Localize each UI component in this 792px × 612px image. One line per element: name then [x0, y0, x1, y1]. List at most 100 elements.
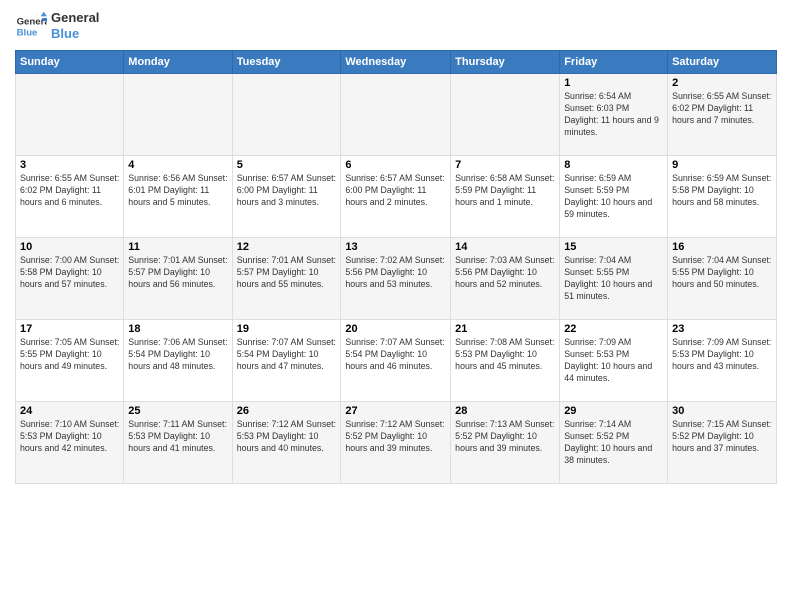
- header: General Blue General Blue: [15, 10, 777, 42]
- calendar-cell: 13 Sunrise: 7:02 AM Sunset: 5:56 PM Dayli…: [341, 238, 451, 320]
- weekday-header-tuesday: Tuesday: [232, 51, 341, 74]
- day-info: Sunrise: 7:09 AM Sunset: 5:53 PM Dayligh…: [564, 337, 663, 385]
- calendar-cell: 16 Sunrise: 7:04 AM Sunset: 5:55 PM Dayli…: [668, 238, 777, 320]
- day-number: 28: [455, 405, 555, 417]
- day-info: Sunrise: 7:14 AM Sunset: 5:52 PM Dayligh…: [564, 419, 663, 467]
- day-number: 22: [564, 323, 663, 335]
- day-number: 13: [345, 241, 446, 253]
- day-number: 9: [672, 159, 772, 171]
- svg-text:Blue: Blue: [17, 28, 38, 39]
- day-info: Sunrise: 6:55 AM Sunset: 6:02 PM Dayligh…: [672, 91, 772, 127]
- calendar-cell: 11 Sunrise: 7:01 AM Sunset: 5:57 PM Dayli…: [124, 238, 232, 320]
- calendar-cell: 19Sunrise: 7:07 AM Sunset: 5:54 PM Dayli…: [232, 320, 341, 402]
- day-number: 21: [455, 323, 555, 335]
- weekday-header-sunday: Sunday: [16, 51, 124, 74]
- day-info: Sunrise: 7:01 AM Sunset: 5:57 PM Dayligh…: [237, 255, 337, 291]
- calendar-cell: 20 Sunrise: 7:07 AM Sunset: 5:54 PM Dayli…: [341, 320, 451, 402]
- day-info: Sunrise: 7:05 AM Sunset: 5:55 PM Dayligh…: [20, 337, 119, 373]
- day-number: 2: [672, 77, 772, 89]
- calendar-cell: 9Sunrise: 6:59 AM Sunset: 5:58 PM Daylig…: [668, 156, 777, 238]
- day-info: Sunrise: 7:07 AM Sunset: 5:54 PM Dayligh…: [345, 337, 446, 373]
- logo-text: General Blue: [51, 10, 99, 41]
- day-info: Sunrise: 7:02 AM Sunset: 5:56 PM Dayligh…: [345, 255, 446, 291]
- calendar-cell: 30 Sunrise: 7:15 AM Sunset: 5:52 PM Dayli…: [668, 402, 777, 484]
- day-info: Sunrise: 7:11 AM Sunset: 5:53 PM Dayligh…: [128, 419, 227, 455]
- calendar-cell: 29 Sunrise: 7:14 AM Sunset: 5:52 PM Dayli…: [560, 402, 668, 484]
- calendar-cell: 27Sunrise: 7:12 AM Sunset: 5:52 PM Dayli…: [341, 402, 451, 484]
- day-number: 16: [672, 241, 772, 253]
- day-number: 7: [455, 159, 555, 171]
- calendar-cell: 1 Sunrise: 6:54 AM Sunset: 6:03 PM Daylig…: [560, 74, 668, 156]
- day-number: 20: [345, 323, 446, 335]
- calendar-cell: 25 Sunrise: 7:11 AM Sunset: 5:53 PM Dayli…: [124, 402, 232, 484]
- day-info: Sunrise: 6:54 AM Sunset: 6:03 PM Dayligh…: [564, 91, 663, 139]
- day-number: 3: [20, 159, 119, 171]
- day-info: Sunrise: 7:09 AM Sunset: 5:53 PM Dayligh…: [672, 337, 772, 373]
- calendar-cell: 21 Sunrise: 7:08 AM Sunset: 5:53 PM Dayli…: [451, 320, 560, 402]
- weekday-header-monday: Monday: [124, 51, 232, 74]
- calendar-cell: 2 Sunrise: 6:55 AM Sunset: 6:02 PM Daylig…: [668, 74, 777, 156]
- day-number: 8: [564, 159, 663, 171]
- calendar-cell: 6 Sunrise: 6:57 AM Sunset: 6:00 PM Daylig…: [341, 156, 451, 238]
- day-info: Sunrise: 7:08 AM Sunset: 5:53 PM Dayligh…: [455, 337, 555, 373]
- day-info: Sunrise: 6:56 AM Sunset: 6:01 PM Dayligh…: [128, 173, 227, 209]
- week-row-0: 1 Sunrise: 6:54 AM Sunset: 6:03 PM Daylig…: [16, 74, 777, 156]
- calendar-cell: 24 Sunrise: 7:10 AM Sunset: 5:53 PM Dayli…: [16, 402, 124, 484]
- calendar-cell: 5Sunrise: 6:57 AM Sunset: 6:00 PM Daylig…: [232, 156, 341, 238]
- calendar-cell: 7 Sunrise: 6:58 AM Sunset: 5:59 PM Daylig…: [451, 156, 560, 238]
- weekday-header-thursday: Thursday: [451, 51, 560, 74]
- calendar-cell: [124, 74, 232, 156]
- day-info: Sunrise: 7:12 AM Sunset: 5:53 PM Dayligh…: [237, 419, 337, 455]
- weekday-header-saturday: Saturday: [668, 51, 777, 74]
- day-number: 17: [20, 323, 119, 335]
- calendar-cell: [341, 74, 451, 156]
- week-row-1: 3 Sunrise: 6:55 AM Sunset: 6:02 PM Daylig…: [16, 156, 777, 238]
- day-number: 19: [237, 323, 337, 335]
- calendar-cell: 22 Sunrise: 7:09 AM Sunset: 5:53 PM Dayli…: [560, 320, 668, 402]
- logo-icon: General Blue: [15, 10, 47, 42]
- day-info: Sunrise: 7:01 AM Sunset: 5:57 PM Dayligh…: [128, 255, 227, 291]
- calendar-cell: 15Sunrise: 7:04 AM Sunset: 5:55 PM Dayli…: [560, 238, 668, 320]
- day-number: 15: [564, 241, 663, 253]
- day-number: 24: [20, 405, 119, 417]
- day-number: 12: [237, 241, 337, 253]
- day-info: Sunrise: 7:10 AM Sunset: 5:53 PM Dayligh…: [20, 419, 119, 455]
- calendar-cell: 8Sunrise: 6:59 AM Sunset: 5:59 PM Daylig…: [560, 156, 668, 238]
- day-number: 11: [128, 241, 227, 253]
- day-number: 14: [455, 241, 555, 253]
- day-number: 29: [564, 405, 663, 417]
- day-info: Sunrise: 6:58 AM Sunset: 5:59 PM Dayligh…: [455, 173, 555, 209]
- weekday-header-row: SundayMondayTuesdayWednesdayThursdayFrid…: [16, 51, 777, 74]
- day-info: Sunrise: 7:00 AM Sunset: 5:58 PM Dayligh…: [20, 255, 119, 291]
- day-info: Sunrise: 6:55 AM Sunset: 6:02 PM Dayligh…: [20, 173, 119, 209]
- day-info: Sunrise: 7:03 AM Sunset: 5:56 PM Dayligh…: [455, 255, 555, 291]
- logo: General Blue General Blue: [15, 10, 99, 42]
- week-row-3: 17 Sunrise: 7:05 AM Sunset: 5:55 PM Dayli…: [16, 320, 777, 402]
- calendar-cell: 12 Sunrise: 7:01 AM Sunset: 5:57 PM Dayli…: [232, 238, 341, 320]
- calendar-cell: 28 Sunrise: 7:13 AM Sunset: 5:52 PM Dayli…: [451, 402, 560, 484]
- day-info: Sunrise: 7:13 AM Sunset: 5:52 PM Dayligh…: [455, 419, 555, 455]
- calendar-cell: 4 Sunrise: 6:56 AM Sunset: 6:01 PM Daylig…: [124, 156, 232, 238]
- calendar-cell: 23Sunrise: 7:09 AM Sunset: 5:53 PM Dayli…: [668, 320, 777, 402]
- calendar-cell: 3 Sunrise: 6:55 AM Sunset: 6:02 PM Daylig…: [16, 156, 124, 238]
- calendar-cell: 10 Sunrise: 7:00 AM Sunset: 5:58 PM Dayli…: [16, 238, 124, 320]
- calendar-cell: 26Sunrise: 7:12 AM Sunset: 5:53 PM Dayli…: [232, 402, 341, 484]
- day-number: 5: [237, 159, 337, 171]
- calendar-container: General Blue General Blue SundayMondayTu…: [0, 0, 792, 612]
- day-number: 6: [345, 159, 446, 171]
- day-info: Sunrise: 7:06 AM Sunset: 5:54 PM Dayligh…: [128, 337, 227, 373]
- day-info: Sunrise: 7:15 AM Sunset: 5:52 PM Dayligh…: [672, 419, 772, 455]
- day-number: 30: [672, 405, 772, 417]
- day-info: Sunrise: 7:04 AM Sunset: 5:55 PM Dayligh…: [672, 255, 772, 291]
- day-number: 1: [564, 77, 663, 89]
- calendar-cell: [16, 74, 124, 156]
- day-number: 25: [128, 405, 227, 417]
- day-number: 10: [20, 241, 119, 253]
- week-row-2: 10 Sunrise: 7:00 AM Sunset: 5:58 PM Dayli…: [16, 238, 777, 320]
- week-row-4: 24 Sunrise: 7:10 AM Sunset: 5:53 PM Dayli…: [16, 402, 777, 484]
- day-number: 27: [345, 405, 446, 417]
- day-number: 4: [128, 159, 227, 171]
- day-info: Sunrise: 6:57 AM Sunset: 6:00 PM Dayligh…: [345, 173, 446, 209]
- calendar-cell: [451, 74, 560, 156]
- weekday-header-wednesday: Wednesday: [341, 51, 451, 74]
